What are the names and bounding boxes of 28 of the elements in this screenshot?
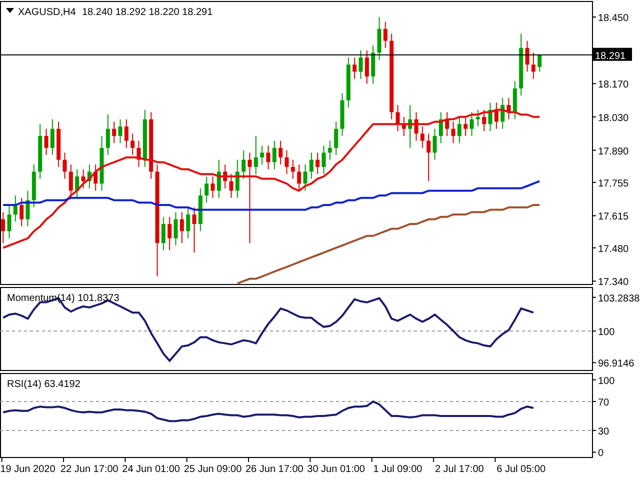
axis-label: 17.755: [598, 178, 629, 190]
axis-label: 17.480: [598, 244, 629, 255]
axis-label: 17.340: [598, 277, 629, 286]
axis-label: 103.2838: [598, 293, 640, 304]
axis-label: 17.615: [598, 212, 629, 223]
axis-label: 17.890: [598, 146, 629, 158]
axis-label: 30: [598, 426, 610, 438]
axis-label: 100: [598, 376, 615, 387]
axis-label: 100: [598, 327, 615, 338]
axis-label: 18.450: [598, 13, 629, 24]
last-price-tag: 18.291: [592, 48, 632, 62]
date-label: 24 Jun 01:00: [122, 464, 180, 475]
axis-label: 70: [598, 398, 610, 409]
date-label: 30 Jun 01:00: [307, 464, 365, 475]
date-label: 6 Jul 05:00: [496, 464, 546, 475]
date-label: 19 Jun 2020: [0, 464, 56, 475]
axis-label: 18.170: [598, 80, 629, 91]
date-label: 25 Jun 09:00: [184, 464, 242, 475]
date-label: 2 Jul 17:00: [434, 464, 484, 475]
date-label: 22 Jun 17:00: [60, 464, 118, 475]
date-label: 1 Jul 09:00: [373, 464, 422, 475]
ohlc-values: 18.240 18.292 18.220 18.291: [82, 7, 213, 18]
axis-label: 96.9146: [598, 358, 634, 370]
axis-label: 0: [598, 448, 604, 460]
indicator-title: RSI(14) 63.4192: [7, 379, 80, 390]
axis-label: 18.030: [598, 112, 629, 124]
symbol-label: XAGUSD,H4: [18, 7, 76, 18]
date-label: 26 Jun 17:00: [246, 464, 304, 475]
